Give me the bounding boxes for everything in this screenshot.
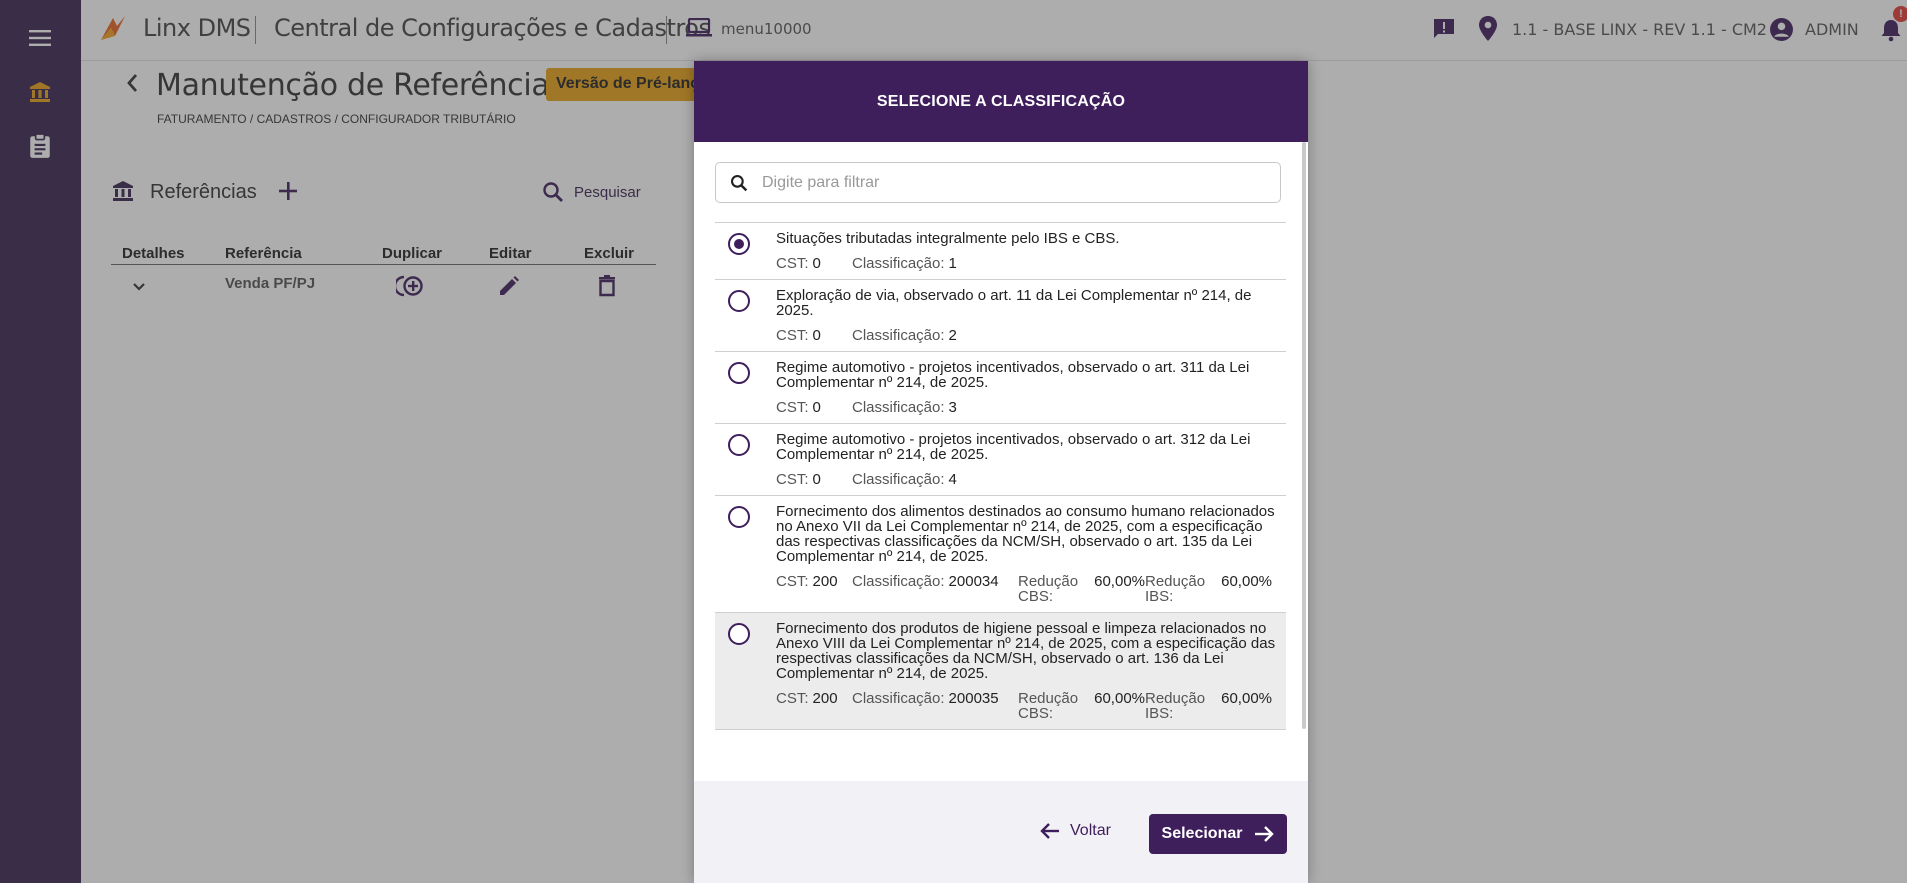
ibs-reduction-label: Redução IBS:	[1145, 573, 1206, 605]
radio-button[interactable]	[728, 623, 750, 645]
filter-field[interactable]	[715, 162, 1281, 203]
classification-label: Classificação:	[852, 690, 945, 707]
cst-label: CST:	[776, 690, 809, 707]
cst-value: 0	[812, 327, 821, 344]
item-description: Situações tributadas integralmente pelo …	[776, 230, 1120, 247]
arrow-left-icon	[1040, 823, 1059, 839]
classification-list: Situações tributadas integralmente pelo …	[715, 222, 1286, 730]
ibs-reduction-value: 60,00%	[1221, 690, 1272, 707]
classification-label: Classificação:	[852, 399, 945, 416]
item-description: Regime automotivo - projetos incentivado…	[776, 359, 1250, 391]
list-item[interactable]: Regime automotivo - projetos incentivado…	[715, 423, 1286, 495]
cst-value: 0	[812, 471, 821, 488]
classification-value: 200034	[948, 573, 999, 590]
cst-label: CST:	[776, 255, 809, 272]
item-meta: CST: 200 Classificação: 200034 Redução CBS…	[776, 574, 1276, 604]
cst-value: 0	[812, 399, 821, 416]
item-description: Regime automotivo - projetos incentivado…	[776, 431, 1251, 463]
cst-label: CST:	[776, 573, 809, 590]
classification-value: 200035	[948, 690, 999, 707]
classification-value: 3	[948, 399, 957, 416]
classification-label: Classificação:	[852, 255, 945, 272]
cbs-reduction-label: Redução CBS:	[1018, 573, 1079, 605]
ibs-reduction-value: 60,00%	[1221, 573, 1272, 590]
radio-button[interactable]	[728, 290, 750, 312]
list-item[interactable]: Fornecimento dos produtos de higiene pes…	[715, 612, 1286, 730]
item-meta: CST: 0 Classificação: 1	[776, 256, 1276, 271]
cbs-reduction-label: Redução CBS:	[1018, 690, 1079, 722]
ibs-reduction-label: Redução IBS:	[1145, 690, 1206, 722]
classification-label: Classificação:	[852, 573, 945, 590]
classification-value: 1	[948, 255, 957, 272]
cst-value: 0	[812, 255, 821, 272]
item-meta: CST: 0 Classificação: 4	[776, 472, 1276, 487]
item-description: Exploração de via, observado o art. 11 d…	[776, 287, 1252, 319]
cst-label: CST:	[776, 471, 809, 488]
classification-modal: SELECIONE A CLASSIFICAÇÃO Situações trib…	[694, 61, 1308, 883]
cst-label: CST:	[776, 327, 809, 344]
item-meta: CST: 200 Classificação: 200035 Redução CBS…	[776, 691, 1276, 721]
cbs-reduction-value: 60,00%	[1094, 573, 1145, 590]
scrollbar[interactable]	[1302, 142, 1306, 729]
classification-label: Classificação:	[852, 471, 945, 488]
list-item[interactable]: Situações tributadas integralmente pelo …	[715, 222, 1286, 279]
classification-value: 2	[948, 327, 957, 344]
radio-button[interactable]	[728, 506, 750, 528]
cst-label: CST:	[776, 399, 809, 416]
item-description: Fornecimento dos alimentos destinados ao…	[776, 503, 1275, 565]
search-icon	[730, 174, 748, 191]
radio-button[interactable]	[728, 434, 750, 456]
list-item[interactable]: Fornecimento dos alimentos destinados ao…	[715, 495, 1286, 612]
radio-button[interactable]	[728, 362, 750, 384]
classification-value: 4	[948, 471, 957, 488]
cst-value: 200	[812, 690, 838, 707]
back-label: Voltar	[1070, 822, 1111, 839]
arrow-right-icon	[1255, 826, 1275, 842]
filter-input[interactable]	[762, 173, 1242, 192]
item-meta: CST: 0 Classificação: 3	[776, 400, 1276, 415]
select-label: Selecionar	[1161, 825, 1243, 842]
select-button[interactable]: Selecionar	[1149, 814, 1287, 854]
modal-title: SELECIONE A CLASSIFICAÇÃO	[694, 61, 1308, 142]
item-meta: CST: 0 Classificação: 2	[776, 328, 1276, 343]
list-item[interactable]: Regime automotivo - projetos incentivado…	[715, 351, 1286, 423]
cbs-reduction-value: 60,00%	[1094, 690, 1145, 707]
back-button[interactable]: Voltar	[1040, 822, 1111, 840]
cst-value: 200	[812, 573, 838, 590]
classification-label: Classificação:	[852, 327, 945, 344]
item-description: Fornecimento dos produtos de higiene pes…	[776, 620, 1276, 682]
radio-button[interactable]	[728, 233, 750, 255]
list-item[interactable]: Exploração de via, observado o art. 11 d…	[715, 279, 1286, 351]
